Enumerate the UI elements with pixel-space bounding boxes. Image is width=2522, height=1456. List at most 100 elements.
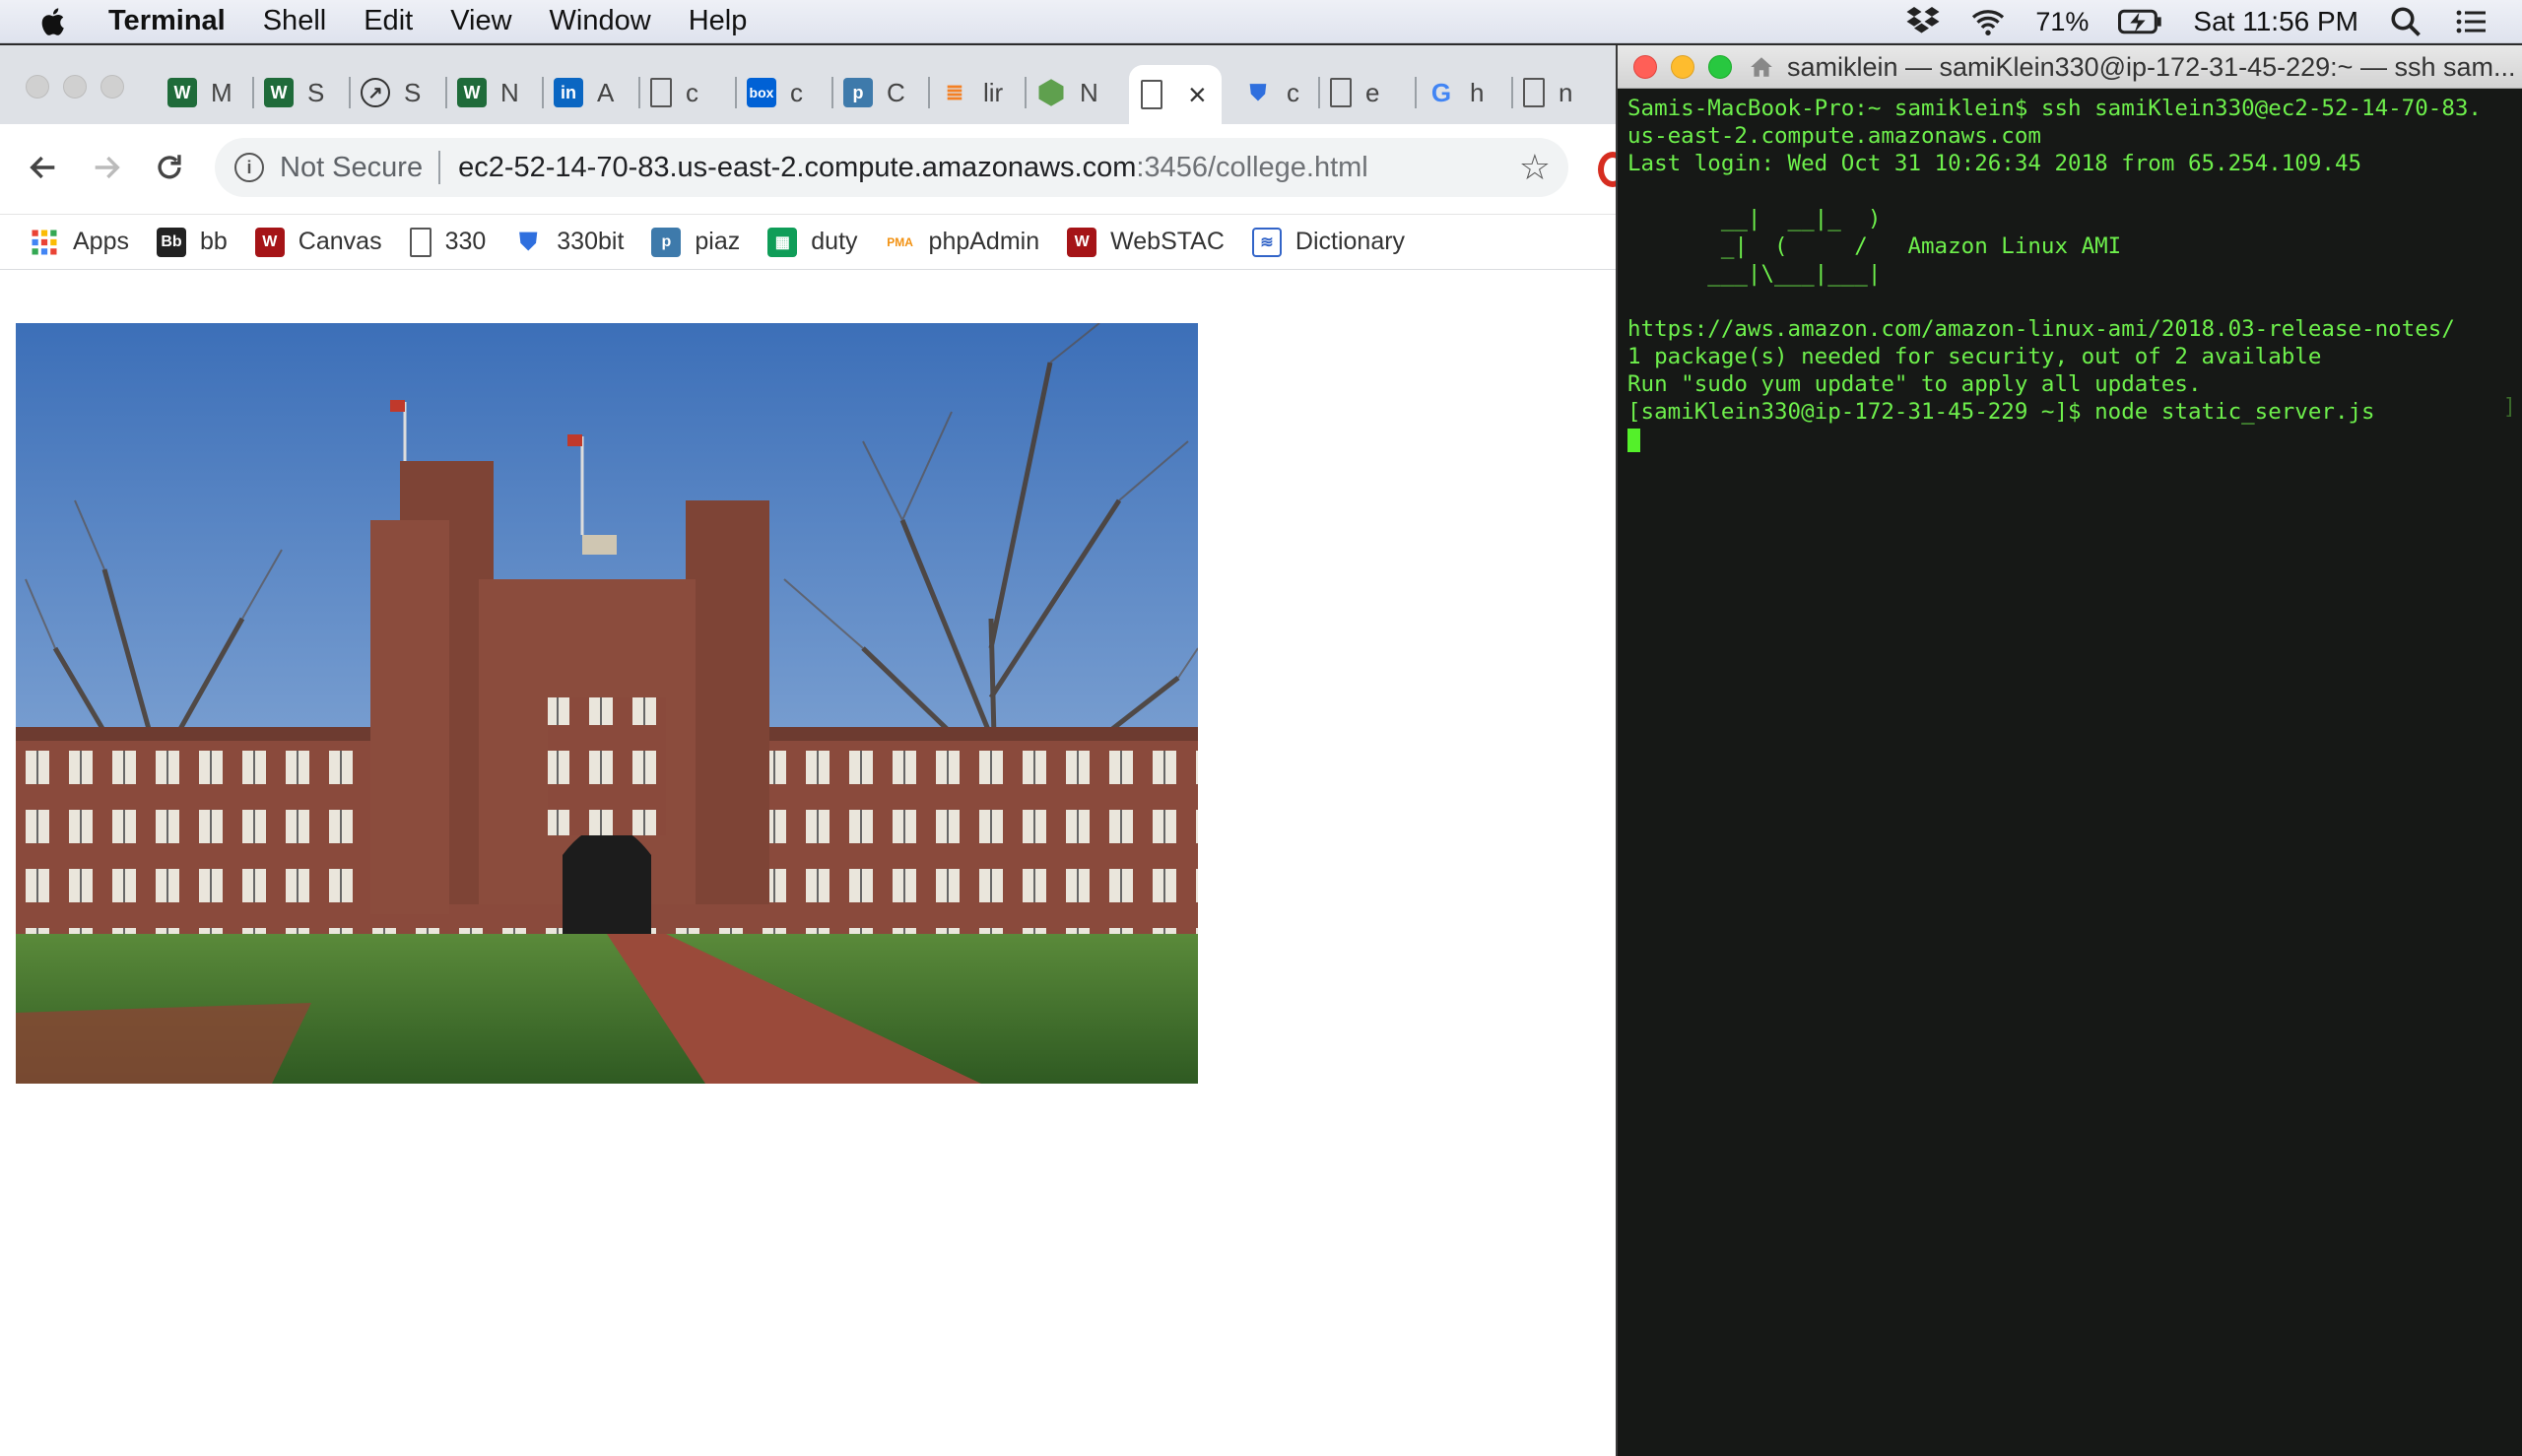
terminal-close-button[interactable] [1633,55,1657,79]
tab-wustl-2[interactable]: W S [252,65,347,120]
tab-google[interactable]: G h [1415,65,1509,120]
menu-window[interactable]: Window [550,5,651,37]
bookmark-330[interactable]: 330 [409,227,486,257]
dropbox-icon[interactable] [1905,4,1941,39]
status-area: 71% Sat 11:56 PM [1905,0,2489,43]
battery-charging-icon[interactable] [2118,4,2163,39]
tab-separator [1318,77,1320,108]
terminal-output[interactable]: Samis-MacBook-Pro:~ samiklein$ ssh samiK… [1627,95,2514,1444]
bookmark-label: bb [199,228,228,255]
terminal-title: samiklein — samiKlein330@ip-172-31-45-22… [1787,52,2516,82]
tab-close-icon[interactable]: × [1188,77,1207,113]
ami-banner-line: __| __|_ ) [1627,206,1882,232]
tab-separator [1415,77,1417,108]
bookmark-label: piaz [695,228,741,255]
terminal-zoom-button[interactable] [1708,55,1732,79]
menu-edit[interactable]: Edit [364,5,413,37]
tab-wustl-3[interactable]: W N [445,65,540,120]
bookmark-phpadmin[interactable]: PMA phpAdmin [886,228,1039,257]
bookmark-bb[interactable]: Bb bb [156,227,228,257]
tab-separator [349,77,351,108]
tab-separator [1025,77,1027,108]
back-arrow-icon [30,156,55,179]
piazza-icon: p [651,227,682,257]
menu-app-terminal[interactable]: Terminal [108,5,226,37]
linkedin-icon: in [554,78,583,107]
tab-label: c [790,77,803,107]
browser-zoom-button[interactable] [100,75,124,99]
bookmark-canvas[interactable]: W Canvas [254,227,382,257]
address-bar[interactable]: i Not Secure ec2-52-14-70-83.us-east-2.c… [215,138,1568,197]
browser-minimize-button[interactable] [63,75,87,99]
bookmark-piaz[interactable]: p piaz [651,227,741,257]
tab-separator [1511,77,1513,108]
tab-label: S [404,77,422,107]
ami-banner-line: ___|\___|___| [1627,261,1882,287]
menu-shell[interactable]: Shell [263,5,327,37]
menu-view[interactable]: View [450,5,511,37]
spotlight-search-icon[interactable] [2388,4,2423,39]
apple-logo-icon[interactable] [37,5,71,38]
tab-nodejs[interactable]: N [1025,65,1119,120]
wustl-shield-icon: W [457,78,487,107]
terminal-line: Run "sudo yum update" to apply all updat… [1627,371,2202,397]
bookmark-label: WebSTAC [1110,228,1225,255]
back-button[interactable] [22,146,65,189]
tab-doc-2[interactable]: e [1318,65,1413,120]
blue-shield-icon: ⛊ [1249,80,1267,104]
tab-label: M [211,77,232,107]
menu-help[interactable]: Help [689,5,748,37]
wifi-icon[interactable] [1970,4,2006,39]
terminal-titlebar[interactable]: samiklein — samiKlein330@ip-172-31-45-22… [1618,45,2522,89]
browser-close-button[interactable] [26,75,49,99]
bookmark-star-icon[interactable]: ☆ [1519,147,1551,188]
tab-wustl-1[interactable]: W M [156,65,250,120]
info-icon[interactable]: i [234,153,264,182]
tab-doc-3[interactable]: n [1511,65,1606,120]
tab-stackoverflow[interactable]: ≣ lir [928,65,1023,120]
bookmark-label: Dictionary [1294,228,1406,255]
tab-separator [928,77,930,108]
bookmark-label: Apps [73,228,129,255]
wustl-shield-icon: W [264,78,294,107]
tab-separator [252,77,254,108]
tab-piazza[interactable]: p C [831,65,926,120]
menu-bar: Terminal Shell Edit View Window Help 71%… [0,0,2522,43]
tab-label: C [887,77,905,107]
bookmark-apps[interactable]: Apps [30,228,129,257]
notification-center-icon[interactable] [2453,4,2489,39]
tab-doc-1[interactable]: c [638,65,733,120]
tab-label: n [1559,77,1573,107]
nodejs-icon [1038,79,1064,106]
college-photo [16,323,1198,1084]
terminal-window: samiklein — samiKlein330@ip-172-31-45-22… [1616,45,2522,1456]
tab-active-college[interactable]: × [1129,65,1222,124]
tab-linkedin[interactable]: in A [542,65,636,120]
stackoverflow-icon: ≣ [945,80,964,104]
bookmark-330bit[interactable]: ⛊ 330bit [513,228,624,257]
bookmarks-bar: Apps Bb bb W Canvas 330 ⛊ 330bit p piaz … [0,215,1616,270]
document-icon [409,227,431,257]
bookmark-webstac[interactable]: W WebSTAC [1067,227,1225,257]
tab-label: h [1470,77,1485,107]
tab-330bit[interactable]: ⛊ c [1231,65,1316,120]
bookmark-dictionary[interactable]: ≋ Dictionary [1251,227,1406,257]
forward-button[interactable] [85,146,128,189]
terminal-line: https://aws.amazon.com/amazon-linux-ami/… [1627,316,2455,342]
terminal-minimize-button[interactable] [1671,55,1694,79]
menubar-clock[interactable]: Sat 11:56 PM [2193,6,2358,37]
document-icon [1330,78,1352,107]
reload-button[interactable] [148,146,191,189]
bookmark-duty[interactable]: ▦ duty [767,227,858,257]
blue-shield-icon: ⛊ [519,228,538,255]
tab-safari[interactable]: ↗ S [349,65,443,120]
security-status[interactable]: Not Secure [280,152,423,184]
google-icon: G [1430,77,1452,107]
document-icon [650,78,672,107]
document-icon [1523,78,1545,107]
tab-separator [542,77,544,108]
terminal-cursor [1627,428,1640,452]
tab-label: e [1365,77,1380,107]
tab-separator [638,77,640,108]
tab-box[interactable]: box c [735,65,830,120]
